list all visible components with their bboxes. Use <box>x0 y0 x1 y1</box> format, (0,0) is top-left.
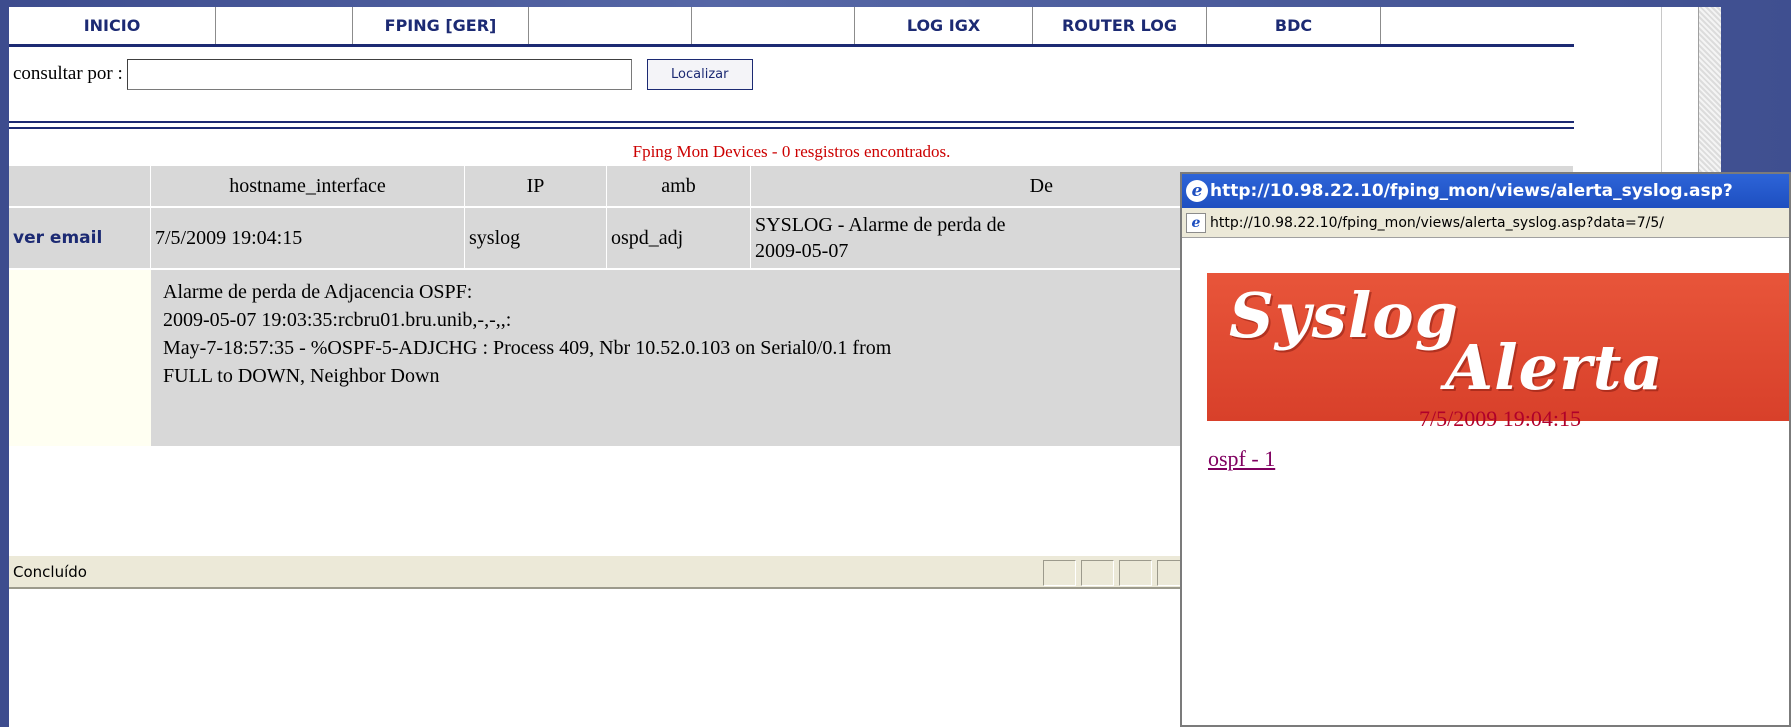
nav-fping-ger[interactable]: FPING [GER] <box>353 7 529 44</box>
description-line-1: SYSLOG - Alarme de perda de <box>755 214 1006 236</box>
page-icon: e <box>1186 212 1206 233</box>
nav-router-log[interactable]: ROUTER LOG <box>1033 7 1207 44</box>
ver-email-link[interactable]: ver email <box>9 228 102 248</box>
description-line-2: 2009-05-07 <box>755 240 849 262</box>
top-navigation: INICIO FPING [GER] LOG IGX ROUTER LOG BD… <box>9 7 1574 47</box>
nav-bdc[interactable]: BDC <box>1207 7 1381 44</box>
ver-email-cell: ver email <box>9 208 151 268</box>
detail-line-4: FULL to DOWN, Neighbor Down <box>163 365 440 387</box>
status-pane <box>1081 560 1114 586</box>
nav-log-igx[interactable]: LOG IGX <box>855 7 1033 44</box>
nav-empty-3[interactable] <box>692 7 855 44</box>
status-text: Concluído <box>13 562 87 581</box>
records-count-title: Fping Mon Devices - 0 resgistros encontr… <box>632 142 951 161</box>
cell-ip: syslog <box>465 208 607 268</box>
search-label: consultar por : <box>13 63 123 84</box>
banner-word-syslog: Syslog <box>1229 279 1459 352</box>
popup-title: http://10.98.22.10/fping_mon/views/alert… <box>1210 181 1733 201</box>
detail-line-1: Alarme de perda de Adjacencia OSPF: <box>163 281 473 303</box>
header-ip: IP <box>465 166 607 206</box>
localizar-button[interactable]: Localizar <box>646 58 753 90</box>
popup-title-bar[interactable]: e http://10.98.22.10/fping_mon/views/ale… <box>1182 174 1789 208</box>
detail-line-2: 2009-05-07 19:03:35:rcbru01.bru.unib,-,-… <box>163 309 512 331</box>
banner-word-alerta: Alerta <box>1445 331 1664 404</box>
syslog-alert-popup: e http://10.98.22.10/fping_mon/views/ale… <box>1180 172 1791 727</box>
nav-inicio[interactable]: INICIO <box>9 7 216 44</box>
search-row: consultar por : Localizar <box>9 52 1574 96</box>
search-input[interactable] <box>126 58 632 90</box>
status-pane <box>1119 560 1152 586</box>
ospf-link[interactable]: ospf - 1 <box>1208 446 1275 472</box>
syslog-alerta-banner: Syslog Alerta <box>1207 273 1789 421</box>
nav-empty-2[interactable] <box>529 7 692 44</box>
header-amb: amb <box>607 166 751 206</box>
divider <box>9 121 1574 129</box>
cell-amb: ospd_adj <box>607 208 751 268</box>
nav-empty-1[interactable] <box>216 7 353 44</box>
detail-message: Alarme de perda de Adjacencia OSPF: 2009… <box>163 278 1113 390</box>
cell-hostname: 7/5/2009 19:04:15 <box>151 208 465 268</box>
header-hostname-interface: hostname_interface <box>151 166 465 206</box>
alert-date: 7/5/2009 19:04:15 <box>1419 406 1581 431</box>
status-pane <box>1043 560 1076 586</box>
popup-address-bar[interactable]: e http://10.98.22.10/fping_mon/views/ale… <box>1182 208 1789 238</box>
detail-spacer <box>9 270 151 446</box>
ie-logo-icon: e <box>1186 180 1208 202</box>
header-cell-empty <box>9 166 151 206</box>
detail-line-3: May-7-18:57:35 - %OSPF-5-ADJCHG : Proces… <box>163 337 892 359</box>
popup-address: http://10.98.22.10/fping_mon/views/alert… <box>1210 214 1664 231</box>
